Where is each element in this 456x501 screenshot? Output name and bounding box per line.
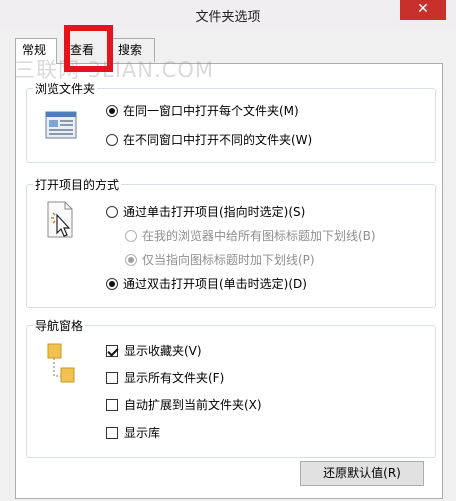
label-show-libraries: 显示库: [124, 426, 161, 440]
radio-underline-hover[interactable]: [125, 253, 137, 266]
radio-different-window[interactable]: [106, 133, 118, 146]
radio-underline-all[interactable]: [125, 229, 137, 242]
option-different-window[interactable]: 在不同窗口中打开不同的文件夹(W): [106, 131, 312, 148]
option-single-click[interactable]: 通过单击打开项目(指向时选定)(S): [106, 203, 305, 220]
browse-folders-group: 浏览文件夹 在同一窗口中打开每个文件夹(M) 在不同窗口中打开不同的文件夹(W): [26, 80, 436, 163]
option-show-all-folders[interactable]: 显示所有文件夹(F): [106, 369, 224, 386]
group-title-nav: 导航窗格: [33, 317, 86, 334]
label-different-window: 在不同窗口中打开不同的文件夹(W): [123, 133, 313, 147]
window-icon: [45, 111, 77, 142]
label-show-all-folders: 显示所有文件夹(F): [124, 371, 225, 385]
label-auto-expand: 自动扩展到当前文件夹(X): [124, 398, 262, 412]
label-double-click: 通过双击打开项目(单击时选定)(D): [123, 277, 307, 291]
click-cursor-icon: [45, 201, 77, 244]
radio-same-window[interactable]: [106, 104, 118, 117]
label-single-click: 通过单击打开项目(指向时选定)(S): [123, 205, 306, 219]
label-underline-all: 在我的浏览器中给所有图标标题加下划线(B): [142, 229, 376, 243]
checkbox-auto-expand[interactable]: [106, 398, 118, 411]
radio-double-click[interactable]: [106, 277, 118, 290]
navigation-pane-group: 导航窗格 显示收藏夹(V) 显示所有文件夹(F) 自动扩展到当前文件夹(X) 显…: [26, 317, 436, 458]
option-show-libraries[interactable]: 显示库: [106, 424, 160, 441]
watermark-text: 三联网 3LIAN.COM: [14, 58, 214, 82]
radio-single-click[interactable]: [106, 205, 118, 218]
option-show-favorites[interactable]: 显示收藏夹(V): [106, 342, 202, 359]
checkbox-show-favorites[interactable]: [106, 344, 118, 357]
group-title-open: 打开项目的方式: [33, 176, 122, 193]
checkbox-show-all-folders[interactable]: [106, 371, 118, 384]
restore-defaults-button[interactable]: 还原默认值(R): [300, 461, 424, 486]
label-same-window: 在同一窗口中打开每个文件夹(M): [123, 104, 299, 118]
label-show-favorites: 显示收藏夹(V): [124, 344, 202, 358]
label-underline-hover: 仅当指向图标标题时加下划线(P): [142, 253, 315, 267]
checkbox-show-libraries[interactable]: [106, 426, 118, 439]
highlight-annotation-box: [64, 25, 113, 72]
option-underline-hover[interactable]: 仅当指向图标标题时加下划线(P): [125, 251, 315, 268]
option-same-window[interactable]: 在同一窗口中打开每个文件夹(M): [106, 102, 299, 119]
close-button[interactable]: ✕: [400, 0, 446, 20]
option-underline-all[interactable]: 在我的浏览器中给所有图标标题加下划线(B): [125, 227, 376, 244]
window-title: 文件夹选项: [195, 10, 261, 25]
open-items-group: 打开项目的方式 通过单击打开项目(指向时选定)(S) 在我的浏览器中给所有图标标…: [26, 176, 436, 308]
option-auto-expand[interactable]: 自动扩展到当前文件夹(X): [106, 396, 262, 413]
option-double-click[interactable]: 通过双击打开项目(单击时选定)(D): [106, 275, 307, 292]
general-tab-panel: 浏览文件夹 在同一窗口中打开每个文件夹(M) 在不同窗口中打开不同的文件夹(W)…: [15, 63, 443, 499]
folder-tree-icon: [47, 342, 77, 389]
